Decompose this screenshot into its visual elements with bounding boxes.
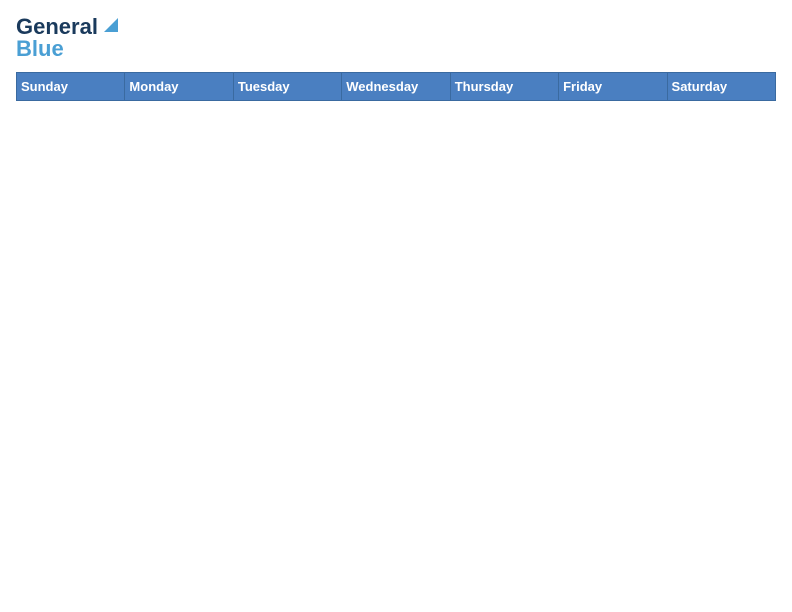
weekday-header-row: SundayMondayTuesdayWednesdayThursdayFrid…: [17, 73, 776, 101]
weekday-header-thursday: Thursday: [450, 73, 558, 101]
weekday-header-sunday: Sunday: [17, 73, 125, 101]
calendar-table: SundayMondayTuesdayWednesdayThursdayFrid…: [16, 72, 776, 101]
page-header: General Blue: [16, 16, 776, 60]
logo-text: General: [16, 16, 98, 38]
logo-triangle-icon: [100, 14, 122, 36]
weekday-header-wednesday: Wednesday: [342, 73, 450, 101]
logo: General Blue: [16, 16, 122, 60]
weekday-header-monday: Monday: [125, 73, 233, 101]
weekday-header-saturday: Saturday: [667, 73, 775, 101]
weekday-header-friday: Friday: [559, 73, 667, 101]
logo-subtext: Blue: [16, 38, 64, 60]
weekday-header-tuesday: Tuesday: [233, 73, 341, 101]
